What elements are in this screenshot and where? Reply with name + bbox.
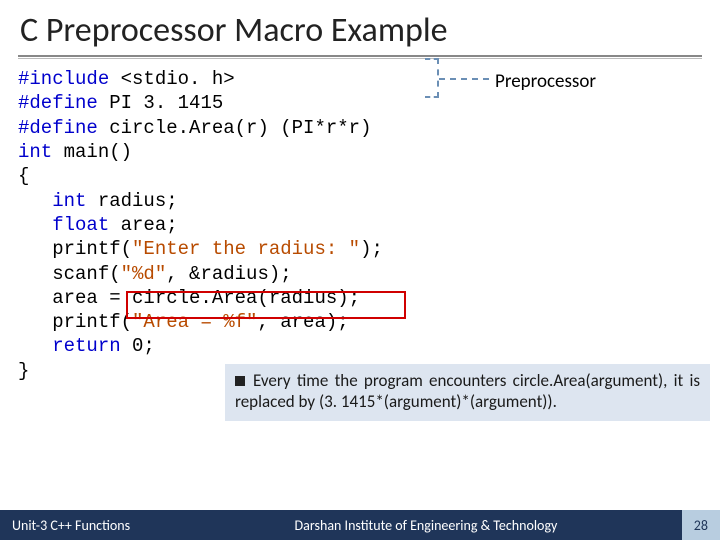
code-text: <stdio. h> <box>109 68 234 90</box>
annotation-connector <box>439 78 489 80</box>
highlight-box <box>126 291 406 319</box>
code-text: printf( <box>18 238 132 260</box>
kw-include: #include <box>18 68 109 90</box>
bullet-icon <box>235 376 245 386</box>
footer: Unit-3 C++ Functions Darshan Institute o… <box>0 510 720 540</box>
code-text: { <box>18 165 29 187</box>
slide-title: C Preprocessor Macro Example <box>0 0 720 55</box>
code-text: ); <box>360 238 383 260</box>
code-block: #include <stdio. h> #define PI 3. 1415 #… <box>0 67 720 383</box>
code-text: area; <box>109 214 177 236</box>
kw-int: int <box>18 190 86 212</box>
code-text: radius; <box>86 190 177 212</box>
code-text: circle.Area(r) (PI*r*r) <box>98 117 372 139</box>
footer-institute: Darshan Institute of Engineering & Techn… <box>130 517 682 534</box>
title-underline <box>18 55 702 59</box>
note-text: Every time the program encounters circle… <box>235 370 700 412</box>
slide-number: 28 <box>682 510 720 540</box>
code-text: PI 3. 1415 <box>98 92 223 114</box>
kw-return: return <box>18 335 121 357</box>
annotation-label: Preprocessor <box>495 70 596 93</box>
code-text: 0; <box>121 335 155 357</box>
code-text: printf( <box>18 311 132 333</box>
code-text: main() <box>52 141 132 163</box>
kw-define: #define <box>18 92 98 114</box>
kw-float: float <box>18 214 109 236</box>
string-literal: "Enter the radius: " <box>132 238 360 260</box>
code-text: , &radius); <box>166 263 291 285</box>
note-box: Every time the program encounters circle… <box>225 364 710 421</box>
kw-define: #define <box>18 117 98 139</box>
annotation-bracket <box>425 58 439 98</box>
code-text: } <box>18 360 29 382</box>
footer-unit: Unit-3 C++ Functions <box>0 517 130 534</box>
string-literal: "%d" <box>121 263 167 285</box>
kw-int: int <box>18 141 52 163</box>
code-text: scanf( <box>18 263 121 285</box>
